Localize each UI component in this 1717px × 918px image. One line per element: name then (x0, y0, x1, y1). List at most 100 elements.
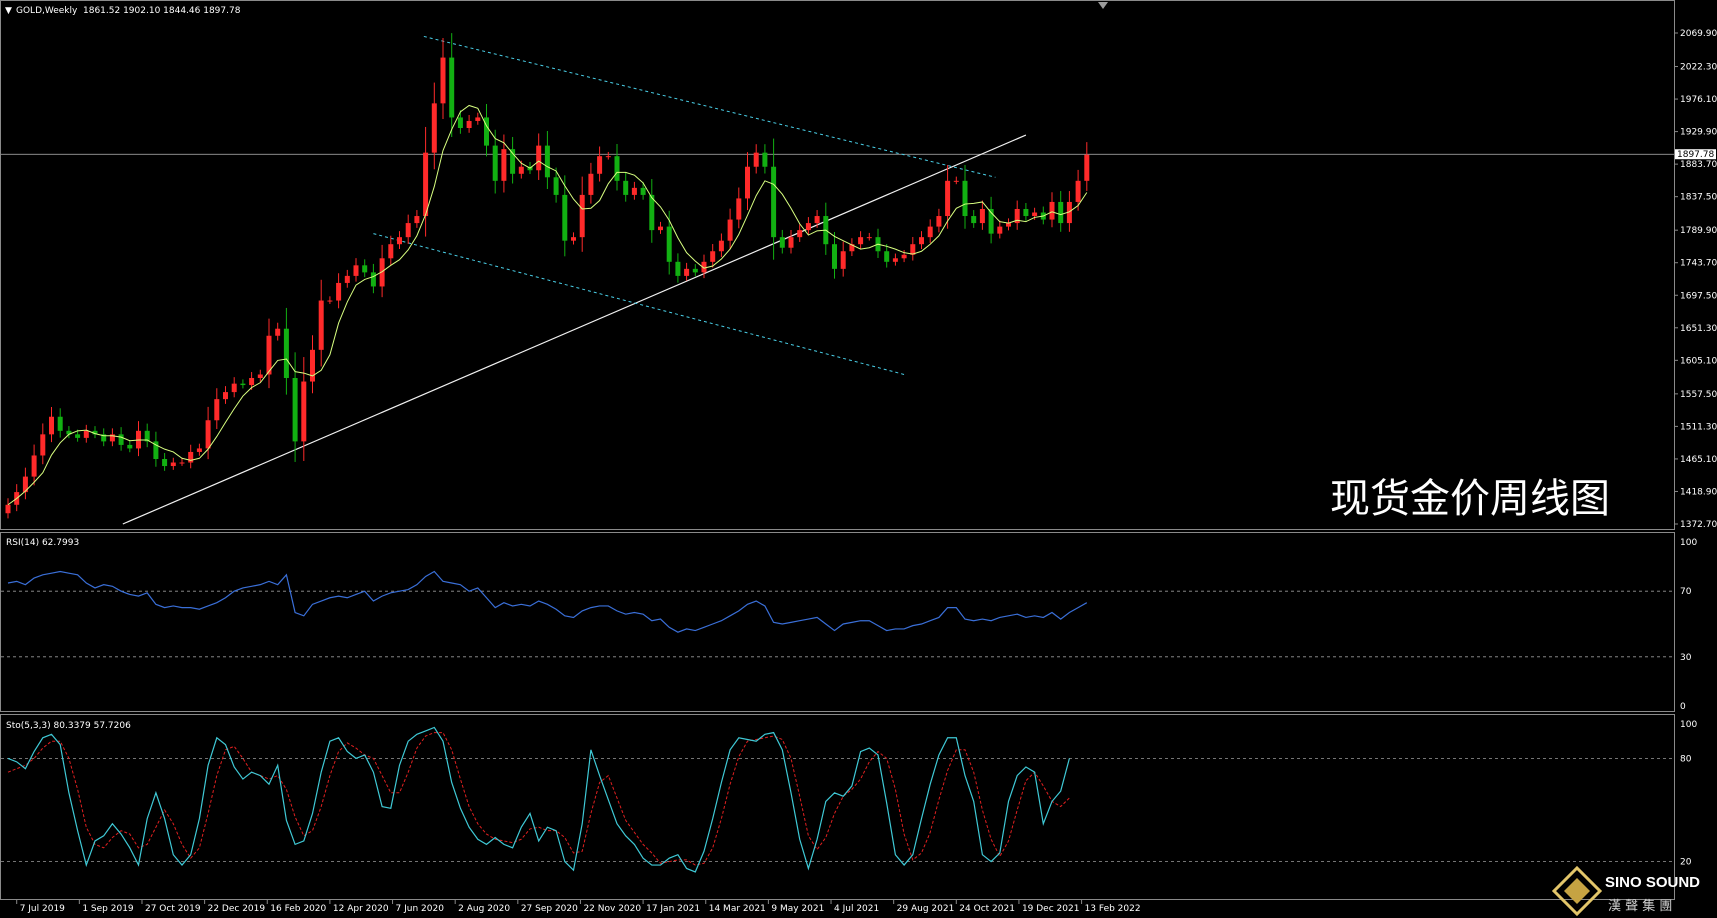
price-tick-label: 1418.90 (1680, 487, 1717, 497)
candle (614, 156, 620, 181)
brand-logo: SINO SOUND 漢 聲 集 團 (1551, 865, 1700, 917)
candle (901, 254, 907, 259)
candle (31, 455, 37, 477)
rsi-level-label: 30 (1680, 653, 1692, 663)
candle (553, 177, 559, 195)
sto-level-label: 100 (1680, 720, 1697, 730)
candle (832, 244, 837, 269)
candle (1049, 201, 1055, 220)
sto-main-line (7, 726, 1070, 873)
rsi-panel: 100 70 30 0 (1, 538, 1697, 712)
candle (118, 434, 124, 445)
candle (75, 434, 81, 438)
sto-label: Sto(5,3,3) 80.3379 57.7206 (6, 721, 131, 731)
candle (310, 349, 315, 382)
candle (953, 180, 959, 182)
candle (179, 462, 185, 464)
chart-watermark-title: 现货金价周线图 (1330, 476, 1610, 522)
sto-level-label: 20 (1680, 858, 1692, 868)
candle (49, 416, 54, 435)
rsi-level-label: 100 (1680, 538, 1697, 548)
current-price-label: 1897.78 (1677, 150, 1714, 160)
time-axis: 7 Jul 2019 1 Sep 2019 27 Oct 2019 22 Dec 20… (16, 900, 1141, 914)
candle (518, 166, 524, 174)
price-tick-label: 1976.10 (1680, 95, 1717, 105)
candle (57, 416, 63, 431)
time-tick-label: 9 May 2021 (771, 904, 824, 914)
candle (1032, 212, 1038, 217)
sto-panel: 100 80 20 (1, 720, 1697, 873)
candle (257, 374, 263, 379)
candle (588, 173, 594, 195)
candle (370, 272, 376, 287)
candle (579, 194, 585, 238)
candle (892, 258, 898, 262)
logo-diamond-inner-icon (1564, 878, 1590, 904)
candle (414, 216, 420, 224)
candle (623, 180, 629, 195)
candle (327, 300, 333, 302)
candle (214, 399, 220, 421)
candle (562, 194, 568, 241)
time-tick-label: 2 Aug 2020 (458, 904, 510, 914)
candle (301, 381, 307, 442)
candle (275, 328, 281, 336)
support-trendline (122, 134, 1027, 525)
channel-lower-line (373, 233, 905, 375)
price-tick-label: 1837.50 (1680, 193, 1717, 203)
candle (684, 268, 690, 276)
candle (397, 237, 402, 245)
candle (362, 265, 368, 273)
price-tick-label: 2022.30 (1680, 63, 1717, 73)
candle (405, 223, 411, 238)
candle (571, 237, 576, 241)
candle (536, 145, 542, 171)
price-tick-label: 1557.50 (1680, 390, 1717, 400)
candle (727, 219, 733, 241)
candle (205, 420, 211, 449)
time-tick-label: 1 Sep 2019 (82, 904, 134, 914)
brand-subtitle: 漢 聲 集 團 (1608, 898, 1672, 914)
time-tick-label: 29 Aug 2021 (897, 904, 955, 914)
candle (936, 216, 942, 227)
candle (1006, 223, 1011, 227)
candle (927, 226, 933, 238)
candle (762, 152, 768, 167)
candle (231, 383, 237, 393)
time-tick-label: 16 Feb 2020 (270, 904, 326, 914)
ohlc-readout: 1861.52 1902.10 1844.46 1897.78 (83, 6, 241, 16)
candle (736, 198, 742, 220)
price-tick-label: 1465.10 (1680, 455, 1717, 465)
menu-arrow-icon[interactable]: ▼ (5, 6, 12, 16)
candle (1023, 208, 1029, 217)
time-tick-label: 22 Dec 2019 (208, 904, 266, 914)
candle (170, 462, 176, 467)
candle (979, 208, 985, 224)
candle (83, 430, 89, 438)
symbol-label: GOLD,Weekly (16, 6, 78, 16)
candle (919, 237, 924, 245)
candle (388, 244, 394, 259)
candle (745, 166, 750, 199)
candle (971, 216, 977, 224)
candle (779, 237, 785, 248)
rsi-level-label: 0 (1680, 702, 1686, 712)
candle (866, 237, 872, 239)
candle (753, 152, 759, 167)
candle (1084, 154, 1090, 181)
channel-upper-line (423, 35, 996, 178)
rsi-panel-frame (0, 532, 1675, 712)
time-tick-label: 4 Jul 2021 (834, 904, 879, 914)
time-tick-label: 19 Dec 2021 (1022, 904, 1079, 914)
candle (353, 265, 359, 276)
candle (318, 300, 324, 350)
chart-canvas: 2069.90 2022.30 1976.10 1929.90 1883.70 1837.… (0, 0, 1717, 917)
candle (858, 237, 864, 245)
price-tick-label: 1789.90 (1680, 226, 1717, 236)
chart-shift-marker-icon[interactable] (1098, 2, 1108, 9)
candle (597, 156, 603, 174)
candle (631, 187, 637, 195)
candle (658, 226, 663, 231)
candle (466, 120, 472, 129)
candle (440, 57, 446, 104)
